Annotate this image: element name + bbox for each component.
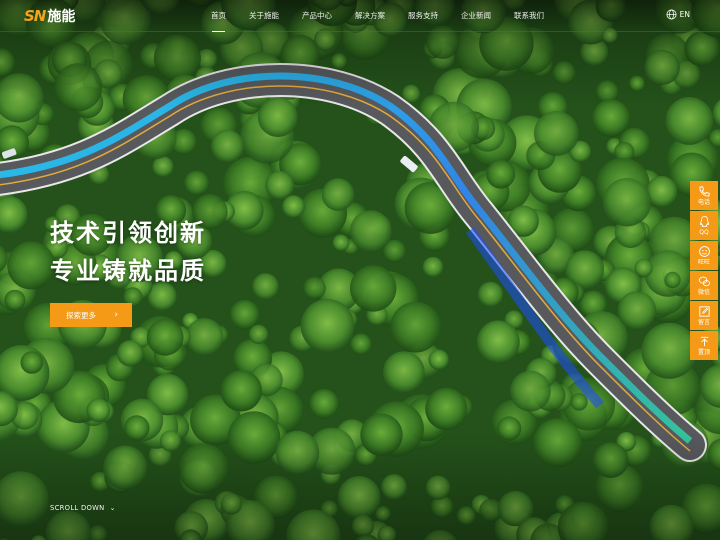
nav-item-home[interactable]: 首页 [202, 0, 235, 32]
logo-name: 施能 [47, 9, 76, 25]
scroll-down-link[interactable]: SCROLL DOWN ⌄ [50, 504, 116, 512]
nav-item-service[interactable]: 服务支持 [399, 0, 447, 32]
chevron-right-icon: › [114, 310, 118, 320]
side-button-top[interactable]: 置顶 [690, 331, 718, 360]
side-button-label: 旺旺 [697, 259, 710, 266]
wechat-icon [698, 276, 710, 287]
language-label: EN [679, 10, 690, 19]
side-button-label: 留言 [697, 319, 710, 326]
message-icon [698, 306, 710, 317]
side-button-phone[interactable]: 电话 [690, 181, 718, 210]
nav-item-solutions[interactable]: 解决方案 [346, 0, 394, 32]
side-button-label: 电话 [697, 199, 710, 206]
explore-more-label: 探索更多 [66, 310, 96, 320]
nav-item-about[interactable]: 关于施能 [240, 0, 288, 32]
chevron-down-icon: ⌄ [109, 504, 116, 512]
explore-more-button[interactable]: 探索更多 › [50, 303, 132, 327]
main-nav: 首页 关于施能 产品中心 解决方案 服务支持 企业新闻 联系我们 [202, 0, 558, 32]
hero-headline: 技术引领创新 专业铸就品质 [50, 214, 206, 290]
nav-item-products[interactable]: 产品中心 [293, 0, 341, 32]
scroll-down-label: SCROLL DOWN [50, 504, 105, 512]
nav-item-contact[interactable]: 联系我们 [505, 0, 553, 32]
hero-banner: SN 施能 首页 关于施能 产品中心 解决方案 服务支持 企业新闻 联系我们 E… [0, 0, 720, 540]
language-switch[interactable]: EN [666, 9, 690, 20]
back-to-top-icon [700, 336, 708, 347]
qq-icon [699, 215, 709, 228]
side-button-qq[interactable]: QQ [690, 211, 718, 240]
side-button-message[interactable]: 留言 [690, 301, 718, 330]
side-button-wangwang[interactable]: 旺旺 [690, 241, 718, 270]
company-logo[interactable]: SN 施能 [24, 7, 75, 25]
nav-item-news[interactable]: 企业新闻 [452, 0, 500, 32]
side-button-label: 微信 [697, 289, 710, 296]
wangwang-icon [698, 246, 710, 257]
headline-line-2: 专业铸就品质 [50, 257, 206, 285]
logo-mark: SN [24, 7, 46, 25]
side-button-label: 置顶 [697, 349, 710, 356]
phone-icon [698, 186, 710, 197]
globe-icon [666, 9, 677, 20]
side-button-label: QQ [699, 229, 709, 236]
top-navigation-bar: SN 施能 首页 关于施能 产品中心 解决方案 服务支持 企业新闻 联系我们 E… [0, 0, 720, 32]
side-button-wechat[interactable]: 微信 [690, 271, 718, 300]
floating-side-toolbar: 电话 QQ 旺旺 微信 留言 置顶 [690, 181, 718, 361]
headline-line-1: 技术引领创新 [50, 219, 206, 247]
